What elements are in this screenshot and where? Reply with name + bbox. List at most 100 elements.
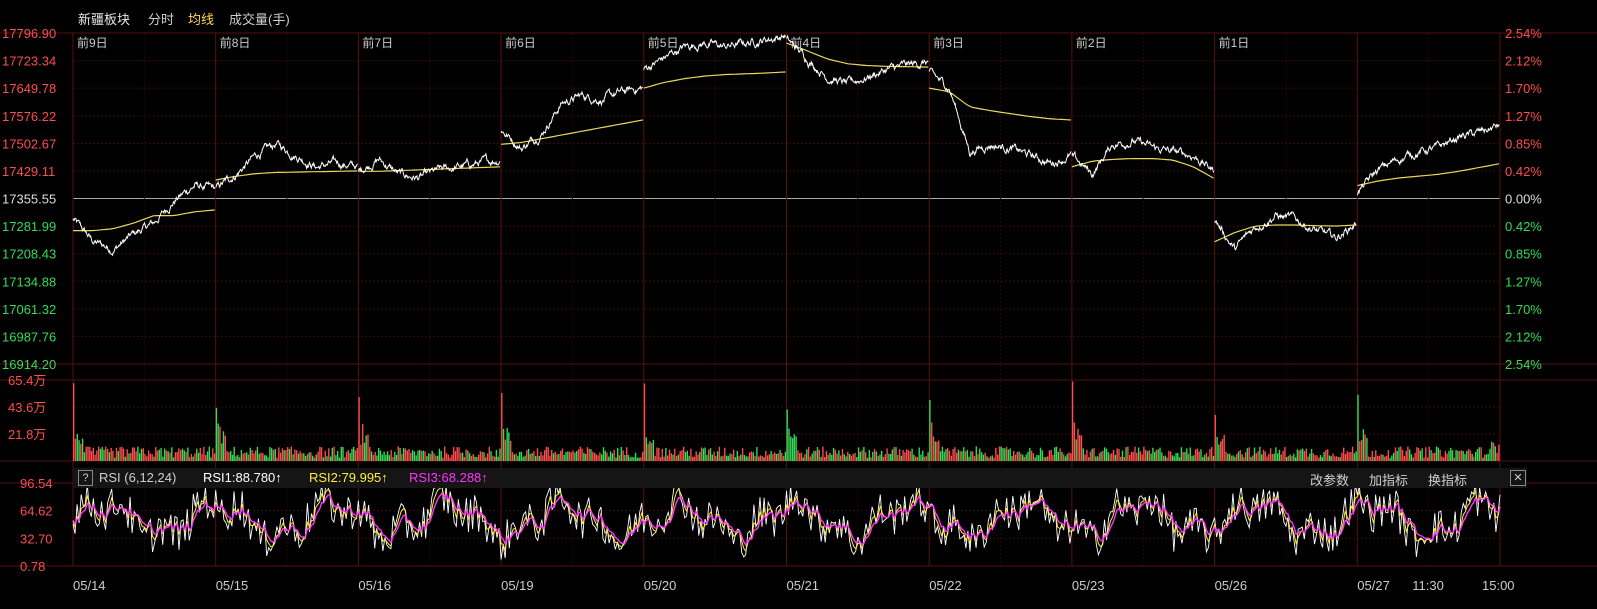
volume-bar (535, 456, 537, 461)
volume-bar (73, 383, 75, 461)
volume-bar (246, 452, 248, 461)
volume-bar (879, 454, 881, 461)
volume-bar (1061, 451, 1063, 461)
volume-bar (1091, 448, 1093, 461)
volume-bar (809, 456, 812, 461)
volume-bar (174, 452, 177, 461)
volume-bar (873, 448, 876, 461)
volume-bar (745, 456, 747, 461)
volume-bar (545, 446, 548, 461)
switch-indicator-button[interactable]: 换指标 (1428, 470, 1467, 489)
volume-bar (303, 453, 305, 461)
volume-bar (922, 450, 924, 461)
volume-bar (936, 441, 938, 461)
volume-bar (1344, 453, 1347, 461)
volume-bar (260, 452, 262, 461)
volume-bar (362, 424, 364, 461)
volume-bar (1059, 448, 1061, 461)
volume-bar (385, 454, 387, 461)
volume-bar (89, 446, 91, 461)
volume-bar (292, 454, 294, 461)
volume-bar (279, 452, 282, 461)
volume-bar (1187, 453, 1190, 461)
volume-bar (1203, 454, 1206, 461)
volume-bar (524, 455, 526, 461)
volume-bar (1180, 447, 1183, 461)
volume-bar (1446, 453, 1448, 461)
volume-bar (1368, 456, 1370, 461)
volume-bar (920, 454, 922, 461)
volume-bar (674, 448, 676, 461)
percent-tick-label: 1.70% (1505, 302, 1542, 317)
percent-tick-label: 0.00% (1505, 192, 1542, 207)
volume-bar (169, 452, 171, 461)
volume-bar (856, 457, 858, 461)
price-tick-label: 17208.43 (2, 247, 56, 262)
help-button[interactable]: ? (78, 470, 93, 486)
close-icon[interactable]: ✕ (1510, 470, 1526, 486)
volume-bar (1467, 449, 1470, 461)
volume-bar (609, 451, 612, 461)
volume-bar (1359, 441, 1361, 461)
volume-bar (142, 448, 144, 461)
volume-bar (237, 455, 239, 461)
volume-bar (1343, 447, 1345, 461)
volume-bar (966, 449, 969, 461)
volume-bar (1125, 447, 1127, 461)
volume-bar (747, 456, 749, 461)
volume-bar (1143, 446, 1145, 461)
volume-bar (251, 450, 253, 461)
rsi-tick-label: 64.62 (20, 504, 53, 519)
volume-bar (1027, 451, 1029, 461)
volume-bar (1120, 456, 1122, 461)
volume-bar (870, 457, 872, 461)
volume-bar (736, 451, 738, 461)
volume-bar (1366, 438, 1368, 461)
day-label: 前6日 (505, 35, 536, 50)
volume-bar (317, 451, 319, 461)
volume-bar (749, 452, 751, 461)
volume-bar (593, 452, 596, 461)
volume-bar (982, 454, 985, 461)
volume-bar (1004, 448, 1006, 461)
volume-bar (445, 453, 448, 461)
volume-bar (863, 446, 865, 461)
volume-bar (172, 457, 175, 461)
volume-bar (1385, 455, 1388, 461)
volume-bar (258, 453, 260, 461)
rsi-axis: 96.54 64.62 32.70 0.78 (20, 476, 1500, 574)
volume-bar (740, 454, 742, 461)
volume-bar (1038, 455, 1040, 461)
volume-bar (1430, 450, 1432, 461)
volume-bar (383, 451, 385, 461)
volume-bar (426, 456, 428, 461)
volume-bar (122, 448, 125, 461)
volume-bar (392, 456, 394, 461)
volume-bar (304, 455, 307, 461)
volume-bar (1173, 456, 1175, 461)
volume-bar (1089, 451, 1092, 461)
volume-bar (677, 454, 680, 461)
change-params-button[interactable]: 改参数 (1310, 470, 1349, 489)
volume-bar (875, 451, 878, 461)
volume-bar (502, 428, 505, 461)
volume-bar (540, 451, 542, 461)
volume-bar (481, 452, 483, 461)
volume-bar (761, 456, 763, 461)
volume-bar (114, 457, 116, 461)
volume-bar (98, 446, 100, 461)
volume-bar (1476, 449, 1479, 461)
volume-bar (1243, 457, 1245, 461)
rsi-toolbar: ? RSI (6,12,24) RSI1:88.780↑ RSI2:79.995… (73, 468, 1527, 488)
add-indicator-button[interactable]: 加指标 (1369, 470, 1408, 489)
volume-bar (847, 451, 849, 461)
volume-bar (670, 453, 672, 461)
volume-bar (1375, 450, 1377, 461)
volume-bar (929, 399, 931, 461)
volume-bar (859, 451, 861, 461)
volume-bar (74, 438, 77, 461)
volume-bar (1264, 451, 1266, 461)
volume-bar (1482, 457, 1484, 461)
volume-bar (454, 451, 457, 461)
intraday-chart[interactable]: 前9日 前8日 前7日 前6日 前5日 前4日 前3日 前2日 前1日 17796.901772… (0, 0, 1597, 609)
